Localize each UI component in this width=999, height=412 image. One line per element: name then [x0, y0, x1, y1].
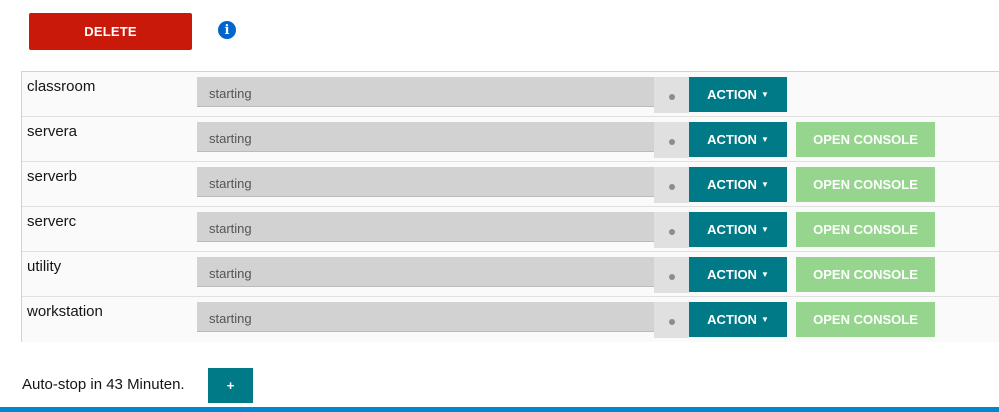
action-label: ACTION	[707, 312, 757, 327]
open-console-button[interactable]: OPEN CONSOLE	[796, 167, 935, 202]
vm-row-workstation: workstation starting ACTION ▼ OPEN CONSOL…	[22, 297, 999, 342]
action-dropdown-button[interactable]: ACTION ▼	[689, 77, 787, 112]
open-console-button[interactable]: OPEN CONSOLE	[796, 302, 935, 337]
status-indicator	[654, 122, 689, 158]
action-dropdown-button[interactable]: ACTION ▼	[689, 257, 787, 292]
extend-autostop-button[interactable]: +	[208, 368, 253, 403]
status-field: starting	[197, 257, 654, 287]
vm-row-serverb: serverb starting ACTION ▼ OPEN CONSOLE	[22, 162, 999, 207]
caret-down-icon: ▼	[760, 90, 769, 99]
action-label: ACTION	[707, 177, 757, 192]
action-dropdown-button[interactable]: ACTION ▼	[689, 122, 787, 157]
caret-down-icon: ▼	[760, 225, 769, 234]
status-field: starting	[197, 212, 654, 242]
status-indicator	[654, 302, 689, 338]
caret-down-icon: ▼	[760, 270, 769, 279]
status-field: starting	[197, 302, 654, 332]
caret-down-icon: ▼	[760, 180, 769, 189]
status-indicator	[654, 167, 689, 203]
caret-down-icon: ▼	[760, 135, 769, 144]
vm-row-classroom: classroom starting ACTION ▼	[22, 72, 999, 117]
caret-down-icon: ▼	[760, 315, 769, 324]
status-field: starting	[197, 77, 654, 107]
vm-name: serverc	[27, 213, 77, 230]
status-indicator	[654, 212, 689, 248]
vm-name: utility	[27, 258, 62, 275]
open-console-button[interactable]: OPEN CONSOLE	[796, 257, 935, 292]
action-dropdown-button[interactable]: ACTION ▼	[689, 167, 787, 202]
status-indicator	[654, 77, 689, 113]
action-label: ACTION	[707, 87, 757, 102]
vm-name: servera	[27, 123, 78, 140]
status-indicator	[654, 257, 689, 293]
status-dot-icon	[669, 319, 675, 325]
open-console-button[interactable]: OPEN CONSOLE	[796, 212, 935, 247]
bottom-accent-bar	[0, 407, 999, 412]
status-field: starting	[197, 167, 654, 197]
action-dropdown-button[interactable]: ACTION ▼	[689, 212, 787, 247]
vm-row-serverc: serverc starting ACTION ▼ OPEN CONSOLE	[22, 207, 999, 252]
status-dot-icon	[669, 184, 675, 190]
autostop-text: Auto-stop in 43 Minuten.	[22, 376, 185, 393]
action-label: ACTION	[707, 222, 757, 237]
status-dot-icon	[669, 94, 675, 100]
vm-row-utility: utility starting ACTION ▼ OPEN CONSOLE	[22, 252, 999, 297]
delete-button[interactable]: DELETE	[29, 13, 192, 50]
status-dot-icon	[669, 139, 675, 145]
status-field: starting	[197, 122, 654, 152]
vm-name: classroom	[27, 78, 96, 95]
status-dot-icon	[669, 229, 675, 235]
action-label: ACTION	[707, 267, 757, 282]
info-circle-icon[interactable]: i	[218, 21, 236, 39]
status-dot-icon	[669, 274, 675, 280]
open-console-button[interactable]: OPEN CONSOLE	[796, 122, 935, 157]
vm-name: workstation	[27, 303, 103, 320]
vm-row-servera: servera starting ACTION ▼ OPEN CONSOLE	[22, 117, 999, 162]
vm-table: classroom starting ACTION ▼ servera start…	[21, 71, 999, 342]
vm-name: serverb	[27, 168, 78, 185]
action-dropdown-button[interactable]: ACTION ▼	[689, 302, 787, 337]
action-label: ACTION	[707, 132, 757, 147]
